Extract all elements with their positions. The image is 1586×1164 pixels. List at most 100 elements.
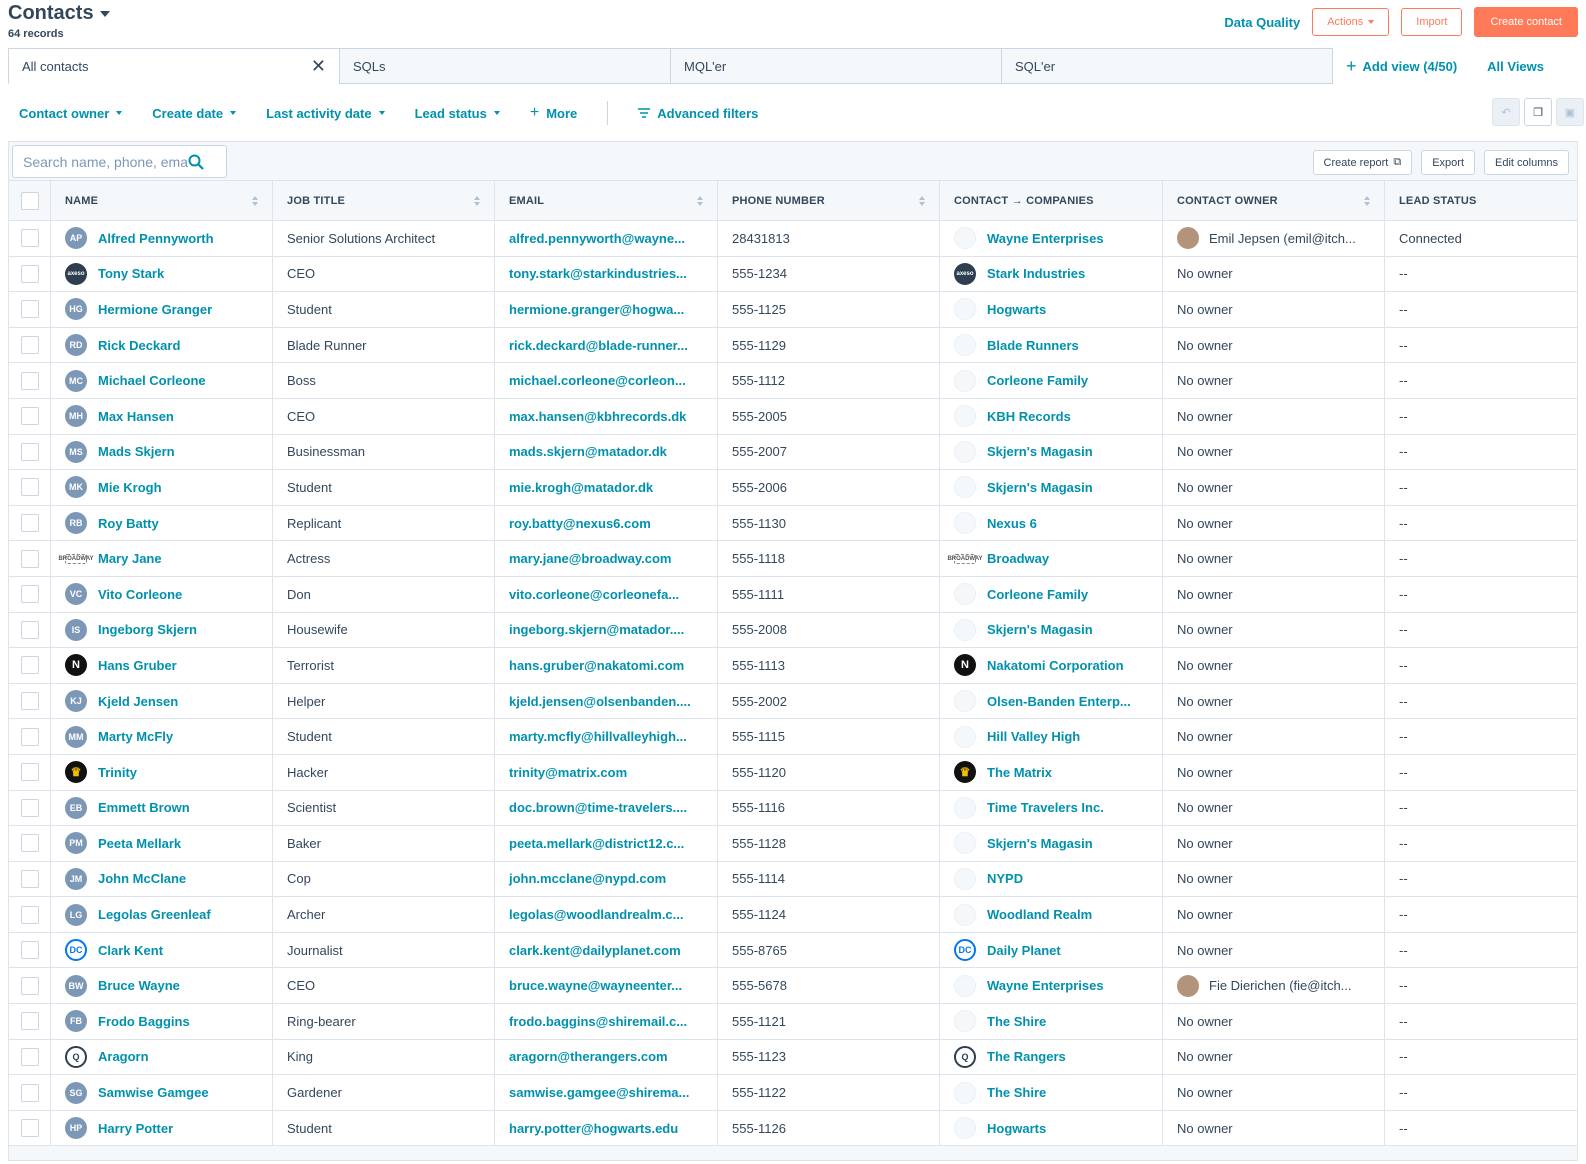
create-contact-button[interactable]: Create contact bbox=[1474, 7, 1578, 37]
contact-name-link[interactable]: Harry Potter bbox=[98, 1121, 173, 1136]
company-link[interactable]: Nakatomi Corporation bbox=[987, 658, 1124, 673]
table-row[interactable]: MM Marty McFly Student marty.mcfly@hillva… bbox=[9, 718, 1577, 755]
close-icon[interactable]: ✕ bbox=[311, 56, 326, 77]
tab-all-contacts[interactable]: All contacts ✕ bbox=[8, 48, 340, 84]
sort-icon[interactable] bbox=[919, 195, 925, 206]
more-filters-button[interactable]: + More bbox=[530, 104, 577, 122]
email-link[interactable]: roy.batty@nexus6.com bbox=[509, 516, 651, 531]
email-link[interactable]: marty.mcfly@hillvalleyhigh... bbox=[509, 729, 687, 744]
table-row[interactable]: DC Clark Kent Journalist clark.kent@daily… bbox=[9, 931, 1577, 969]
company-link[interactable]: Daily Planet bbox=[987, 943, 1061, 958]
sort-icon[interactable] bbox=[697, 195, 703, 206]
email-link[interactable]: legolas@woodlandrealm.c... bbox=[509, 907, 684, 922]
email-link[interactable]: rick.deckard@blade-runner... bbox=[509, 338, 688, 353]
email-link[interactable]: vito.corleone@corleonefa... bbox=[509, 587, 679, 602]
table-row[interactable]: FB Frodo Baggins Ring-bearer frodo.baggin… bbox=[9, 1003, 1577, 1040]
table-row[interactable]: PM Peeta Mellark Baker peeta.mellark@dist… bbox=[9, 825, 1577, 862]
advanced-filters-button[interactable]: Advanced filters bbox=[638, 106, 758, 121]
email-link[interactable]: tony.stark@starkindustries... bbox=[509, 266, 687, 281]
table-row[interactable]: AP Alfred Pennyworth Senior Solutions Arc… bbox=[9, 220, 1577, 257]
row-checkbox[interactable] bbox=[20, 727, 39, 746]
email-link[interactable]: mie.krogh@matador.dk bbox=[509, 480, 653, 495]
row-checkbox[interactable] bbox=[20, 549, 39, 568]
email-link[interactable]: max.hansen@kbhrecords.dk bbox=[509, 409, 686, 424]
add-view-button[interactable]: + Add view (4/50) bbox=[1346, 48, 1457, 84]
filter-lead-status[interactable]: Lead status bbox=[415, 106, 500, 121]
row-checkbox[interactable] bbox=[20, 798, 39, 817]
column-header-lead-status[interactable]: LEAD STATUS bbox=[1384, 180, 1577, 221]
copy-icon[interactable]: ❐ bbox=[1524, 98, 1552, 126]
all-views-link[interactable]: All Views bbox=[1487, 48, 1544, 84]
email-link[interactable]: bruce.wayne@wayneenter... bbox=[509, 978, 682, 993]
table-row[interactable]: ♛ Trinity Hacker trinity@matrix.com 555-1… bbox=[9, 753, 1577, 791]
contact-name-link[interactable]: John McClane bbox=[98, 871, 186, 886]
filter-create-date[interactable]: Create date bbox=[152, 106, 237, 121]
row-checkbox[interactable] bbox=[20, 692, 39, 711]
row-checkbox[interactable] bbox=[20, 514, 39, 533]
row-checkbox[interactable] bbox=[20, 905, 39, 924]
data-quality-link[interactable]: Data Quality bbox=[1224, 15, 1300, 30]
table-row[interactable]: LG Legolas Greenleaf Archer legolas@woodl… bbox=[9, 896, 1577, 933]
contact-name-link[interactable]: Max Hansen bbox=[98, 409, 174, 424]
table-row[interactable]: JM John McClane Cop john.mcclane@nypd.com… bbox=[9, 860, 1577, 898]
contact-name-link[interactable]: Roy Batty bbox=[98, 516, 159, 531]
sort-icon[interactable] bbox=[474, 195, 480, 206]
table-row[interactable]: KJ Kjeld Jensen Helper kjeld.jensen@olsen… bbox=[9, 682, 1577, 720]
company-link[interactable]: Hogwarts bbox=[987, 302, 1046, 317]
email-link[interactable]: aragorn@therangers.com bbox=[509, 1049, 668, 1064]
row-checkbox[interactable] bbox=[20, 264, 39, 283]
company-link[interactable]: Wayne Enterprises bbox=[987, 978, 1104, 993]
row-checkbox[interactable] bbox=[20, 585, 39, 604]
column-header-job-title[interactable]: JOB TITLE bbox=[272, 180, 495, 221]
contact-name-link[interactable]: Mary Jane bbox=[98, 551, 162, 566]
company-link[interactable]: Skjern's Magasin bbox=[987, 836, 1093, 851]
company-link[interactable]: Broadway bbox=[987, 551, 1049, 566]
column-header-phone[interactable]: PHONE NUMBER bbox=[717, 180, 940, 221]
row-checkbox[interactable] bbox=[20, 229, 39, 248]
contact-name-link[interactable]: Mie Krogh bbox=[98, 480, 162, 495]
undo-icon[interactable]: ↶ bbox=[1492, 98, 1520, 126]
company-link[interactable]: The Matrix bbox=[987, 765, 1052, 780]
contact-name-link[interactable]: Vito Corleone bbox=[98, 587, 182, 602]
company-link[interactable]: Stark Industries bbox=[987, 266, 1085, 281]
email-link[interactable]: ingeborg.skjern@matador.... bbox=[509, 622, 684, 637]
email-link[interactable]: peeta.mellark@district12.c... bbox=[509, 836, 684, 851]
column-header-email[interactable]: EMAIL bbox=[494, 180, 718, 221]
contact-name-link[interactable]: Peeta Mellark bbox=[98, 836, 181, 851]
row-checkbox[interactable] bbox=[20, 1047, 39, 1066]
company-link[interactable]: Skjern's Magasin bbox=[987, 480, 1093, 495]
contact-name-link[interactable]: Bruce Wayne bbox=[98, 978, 180, 993]
email-link[interactable]: clark.kent@dailyplanet.com bbox=[509, 943, 681, 958]
table-row[interactable]: RB Roy Batty Replicant roy.batty@nexus6.c… bbox=[9, 504, 1577, 542]
company-link[interactable]: Hogwarts bbox=[987, 1121, 1046, 1136]
email-link[interactable]: trinity@matrix.com bbox=[509, 765, 627, 780]
contact-name-link[interactable]: Mads Skjern bbox=[98, 444, 175, 459]
edit-columns-button[interactable]: Edit columns bbox=[1484, 150, 1569, 175]
email-link[interactable]: samwise.gamgee@shirema... bbox=[509, 1085, 689, 1100]
company-link[interactable]: Corleone Family bbox=[987, 373, 1088, 388]
tab-sqler[interactable]: SQL'er bbox=[1001, 48, 1333, 84]
company-link[interactable]: The Rangers bbox=[987, 1049, 1066, 1064]
table-row[interactable]: IS Ingeborg Skjern Housewife ingeborg.skj… bbox=[9, 611, 1577, 649]
row-checkbox[interactable] bbox=[20, 620, 39, 639]
contact-name-link[interactable]: Ingeborg Skjern bbox=[98, 622, 197, 637]
company-link[interactable]: NYPD bbox=[987, 871, 1023, 886]
search-icon[interactable] bbox=[188, 154, 204, 170]
tab-mqler[interactable]: MQL'er bbox=[670, 48, 1002, 84]
row-checkbox[interactable] bbox=[20, 941, 39, 960]
sort-icon[interactable] bbox=[1364, 195, 1370, 206]
company-link[interactable]: Hill Valley High bbox=[987, 729, 1080, 744]
contact-name-link[interactable]: Emmett Brown bbox=[98, 800, 190, 815]
import-button[interactable]: Import bbox=[1401, 8, 1463, 36]
filter-contact-owner[interactable]: Contact owner bbox=[19, 106, 123, 121]
contact-name-link[interactable]: Rick Deckard bbox=[98, 338, 180, 353]
email-link[interactable]: john.mcclane@nypd.com bbox=[509, 871, 666, 886]
company-link[interactable]: Woodland Realm bbox=[987, 907, 1092, 922]
email-link[interactable]: hans.gruber@nakatomi.com bbox=[509, 658, 684, 673]
email-link[interactable]: frodo.baggins@shiremail.c... bbox=[509, 1014, 687, 1029]
table-row[interactable]: HP Harry Potter Student harry.potter@hogw… bbox=[9, 1109, 1577, 1147]
row-checkbox[interactable] bbox=[20, 1012, 39, 1031]
contact-name-link[interactable]: Alfred Pennyworth bbox=[98, 231, 214, 246]
table-row[interactable]: VC Vito Corleone Don vito.corleone@corleo… bbox=[9, 575, 1577, 613]
company-link[interactable]: Corleone Family bbox=[987, 587, 1088, 602]
